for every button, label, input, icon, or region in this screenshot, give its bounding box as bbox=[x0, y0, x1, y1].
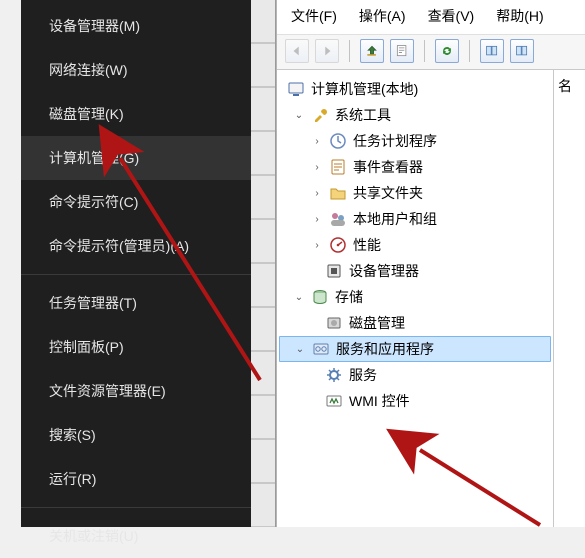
device-manager-icon bbox=[325, 262, 343, 280]
tree-label: 存储 bbox=[335, 287, 363, 307]
users-icon bbox=[329, 210, 347, 228]
menu-control-panel[interactable]: 控制面板(P) bbox=[21, 325, 251, 369]
toolbar bbox=[277, 35, 585, 70]
computer-icon bbox=[287, 80, 305, 98]
toolbar-forward-button[interactable] bbox=[315, 39, 339, 63]
tree-label: 磁盘管理 bbox=[349, 313, 405, 333]
menu-help[interactable]: 帮助(H) bbox=[496, 6, 543, 26]
performance-icon bbox=[329, 236, 347, 254]
clock-icon bbox=[329, 132, 347, 150]
chevron-down-icon[interactable]: ⌄ bbox=[293, 291, 305, 303]
tree-label: 系统工具 bbox=[335, 105, 391, 125]
chevron-right-icon[interactable]: › bbox=[311, 161, 323, 173]
tree-device-manager[interactable]: 设备管理器 bbox=[279, 258, 551, 284]
toolbar-properties-button[interactable] bbox=[390, 39, 414, 63]
chevron-down-icon[interactable]: ⌄ bbox=[294, 343, 306, 355]
menu-device-manager[interactable]: 设备管理器(M) bbox=[21, 4, 251, 48]
winx-context-menu: 设备管理器(M) 网络连接(W) 磁盘管理(K) 计算机管理(G) 命令提示符(… bbox=[21, 0, 251, 527]
column-name-header: 名 bbox=[558, 78, 572, 94]
tree-label: WMI 控件 bbox=[349, 391, 410, 411]
tree-task-scheduler[interactable]: › 任务计划程序 bbox=[279, 128, 551, 154]
tree-label: 设备管理器 bbox=[349, 261, 419, 281]
storage-icon bbox=[311, 288, 329, 306]
menu-task-manager[interactable]: 任务管理器(T) bbox=[21, 281, 251, 325]
services-apps-icon bbox=[312, 340, 330, 358]
properties-icon bbox=[395, 44, 409, 58]
toolbar-back-button[interactable] bbox=[285, 39, 309, 63]
folder-icon bbox=[329, 184, 347, 202]
arrow-right-icon bbox=[320, 44, 334, 58]
event-viewer-icon bbox=[329, 158, 347, 176]
tree-local-users-groups[interactable]: › 本地用户和组 bbox=[279, 206, 551, 232]
menu-separator bbox=[21, 507, 251, 508]
chevron-down-icon[interactable]: ⌄ bbox=[293, 109, 305, 121]
navigation-tree: 计算机管理(本地) ⌄ 系统工具 › 任务计划程序 › 事件查看器 bbox=[277, 70, 553, 527]
gear-icon bbox=[325, 366, 343, 384]
tree-wmi-control[interactable]: WMI 控件 bbox=[279, 388, 551, 414]
background-strip bbox=[251, 0, 276, 527]
menu-search[interactable]: 搜索(S) bbox=[21, 413, 251, 457]
toolbar-separator bbox=[349, 40, 350, 62]
tree-system-tools[interactable]: ⌄ 系统工具 bbox=[279, 102, 551, 128]
menu-separator bbox=[21, 274, 251, 275]
tree-label: 服务 bbox=[349, 365, 377, 385]
tree-label: 共享文件夹 bbox=[353, 183, 423, 203]
toolbar-panes2-button[interactable] bbox=[510, 39, 534, 63]
panes-icon bbox=[485, 44, 499, 58]
panes-icon bbox=[515, 44, 529, 58]
details-column-header: 名 bbox=[553, 70, 585, 527]
tree-shared-folders[interactable]: › 共享文件夹 bbox=[279, 180, 551, 206]
menu-command-prompt[interactable]: 命令提示符(C) bbox=[21, 180, 251, 224]
tree-label: 服务和应用程序 bbox=[336, 339, 434, 359]
menu-shutdown-signout[interactable]: 关机或注销(U) bbox=[21, 514, 251, 558]
tree-services[interactable]: 服务 bbox=[279, 362, 551, 388]
wrench-icon bbox=[311, 106, 329, 124]
menu-file[interactable]: 文件(F) bbox=[291, 6, 337, 26]
menu-file-explorer[interactable]: 文件资源管理器(E) bbox=[21, 369, 251, 413]
chevron-right-icon[interactable]: › bbox=[311, 239, 323, 251]
menu-run[interactable]: 运行(R) bbox=[21, 457, 251, 501]
tree-storage[interactable]: ⌄ 存储 bbox=[279, 284, 551, 310]
up-folder-icon bbox=[365, 44, 379, 58]
chevron-right-icon[interactable]: › bbox=[311, 135, 323, 147]
menu-view[interactable]: 查看(V) bbox=[428, 6, 475, 26]
toolbar-up-button[interactable] bbox=[360, 39, 384, 63]
toolbar-refresh-button[interactable] bbox=[435, 39, 459, 63]
arrow-left-icon bbox=[290, 44, 304, 58]
menu-command-prompt-admin[interactable]: 命令提示符(管理员)(A) bbox=[21, 224, 251, 268]
tree-disk-management[interactable]: 磁盘管理 bbox=[279, 310, 551, 336]
tree-label: 任务计划程序 bbox=[353, 131, 437, 151]
toolbar-separator bbox=[469, 40, 470, 62]
menubar: 文件(F) 操作(A) 查看(V) 帮助(H) bbox=[277, 0, 585, 35]
refresh-icon bbox=[440, 44, 454, 58]
tree-label: 事件查看器 bbox=[353, 157, 423, 177]
tree-label: 性能 bbox=[353, 235, 381, 255]
wmi-icon bbox=[325, 392, 343, 410]
disk-icon bbox=[325, 314, 343, 332]
tree-performance[interactable]: › 性能 bbox=[279, 232, 551, 258]
menu-disk-management[interactable]: 磁盘管理(K) bbox=[21, 92, 251, 136]
tree-event-viewer[interactable]: › 事件查看器 bbox=[279, 154, 551, 180]
tree-label: 本地用户和组 bbox=[353, 209, 437, 229]
chevron-right-icon[interactable]: › bbox=[311, 187, 323, 199]
tree-root-label: 计算机管理(本地) bbox=[311, 79, 418, 99]
chevron-right-icon[interactable]: › bbox=[311, 213, 323, 225]
tree-services-and-apps[interactable]: ⌄ 服务和应用程序 bbox=[279, 336, 551, 362]
computer-management-window: 文件(F) 操作(A) 查看(V) 帮助(H) 计算机管理(本地) ⌄ bbox=[276, 0, 585, 527]
menu-computer-management[interactable]: 计算机管理(G) bbox=[21, 136, 251, 180]
toolbar-separator bbox=[424, 40, 425, 62]
tree-root[interactable]: 计算机管理(本地) bbox=[279, 76, 551, 102]
menu-network-connections[interactable]: 网络连接(W) bbox=[21, 48, 251, 92]
menu-action[interactable]: 操作(A) bbox=[359, 6, 406, 26]
toolbar-panes-button[interactable] bbox=[480, 39, 504, 63]
